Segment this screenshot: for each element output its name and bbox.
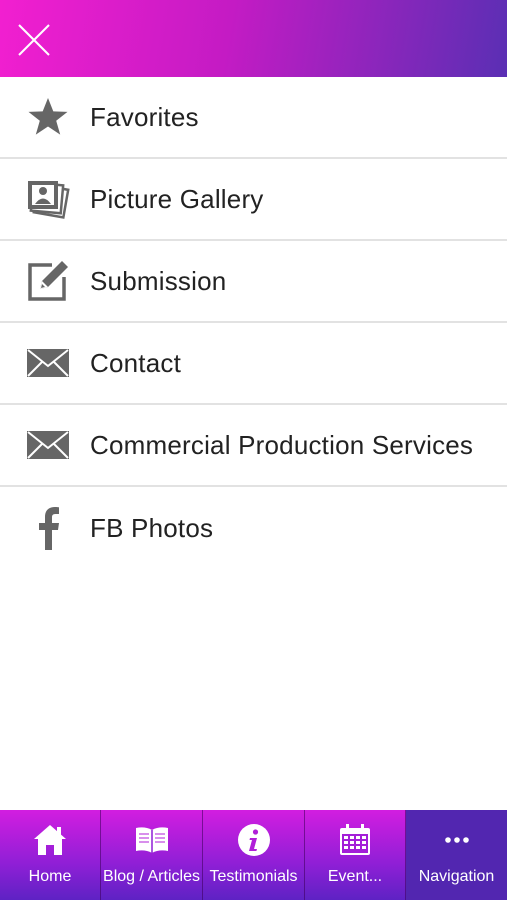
close-button[interactable]: [14, 20, 54, 60]
menu-item-label: Picture Gallery: [90, 183, 264, 214]
tab-label: Blog / Articles: [103, 868, 200, 885]
envelope-icon: [26, 423, 70, 467]
menu-item-label: Commercial Production Services: [90, 429, 474, 460]
tab-events[interactable]: Event...: [305, 810, 406, 900]
menu-item-commercial-production-services[interactable]: Commercial Production Services: [0, 405, 507, 487]
tab-testimonials[interactable]: Testimonials: [203, 810, 305, 900]
menu-item-picture-gallery[interactable]: Picture Gallery: [0, 159, 507, 241]
star-icon: [26, 95, 70, 139]
tab-label: Event...: [327, 868, 383, 885]
info-icon: [234, 822, 274, 858]
tab-label: Home: [28, 868, 72, 885]
top-bar: [0, 0, 507, 77]
tab-home[interactable]: Home: [0, 810, 101, 900]
tab-label: Testimonials: [209, 868, 298, 885]
menu-item-label: Contact: [90, 347, 182, 378]
menu-item-fb-photos[interactable]: FB Photos: [0, 487, 507, 569]
more-icon: [437, 822, 477, 858]
bottom-tab-bar: Home Blog / Articles Testimonials Event.…: [0, 810, 507, 900]
menu-item-label: Favorites: [90, 101, 199, 132]
navigation-menu: Favorites Picture Gallery Submission Con…: [0, 77, 507, 569]
calendar-icon: [335, 822, 375, 858]
tab-label: Navigation: [418, 868, 495, 885]
photo-stack-icon: [26, 177, 70, 221]
menu-item-label: FB Photos: [90, 512, 214, 543]
menu-item-label: Submission: [90, 265, 227, 296]
edit-icon: [26, 259, 70, 303]
book-icon: [132, 822, 172, 858]
home-icon: [30, 822, 70, 858]
close-icon: [18, 24, 50, 56]
menu-item-favorites[interactable]: Favorites: [0, 77, 507, 159]
envelope-icon: [26, 341, 70, 385]
tab-navigation[interactable]: Navigation: [406, 810, 507, 900]
facebook-icon: [26, 506, 70, 550]
menu-item-submission[interactable]: Submission: [0, 241, 507, 323]
tab-blog-articles[interactable]: Blog / Articles: [101, 810, 203, 900]
menu-item-contact[interactable]: Contact: [0, 323, 507, 405]
